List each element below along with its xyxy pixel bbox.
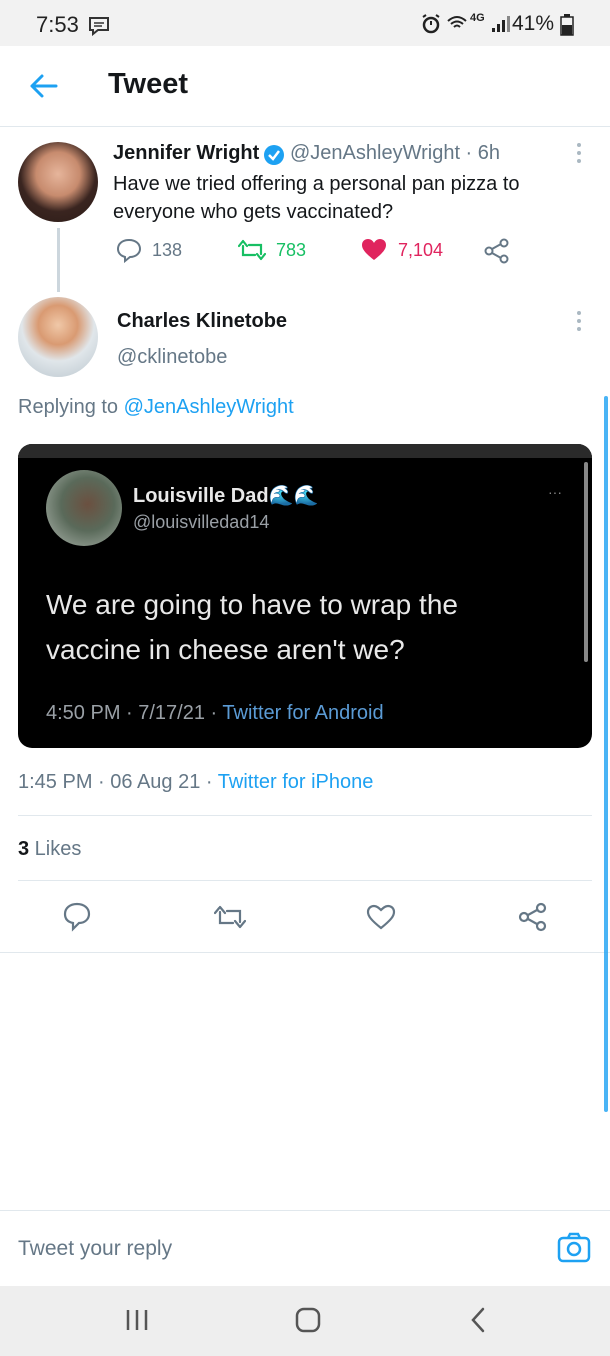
- parent-tweet-text: Have we tried offering a personal pan pi…: [113, 170, 520, 226]
- louisville-dad-avatar: [46, 470, 122, 546]
- parent-author-name[interactable]: Jennifer Wright: [113, 142, 259, 165]
- more-options-icon[interactable]: [572, 140, 586, 166]
- network-type: 4G: [470, 12, 485, 24]
- reply-input[interactable]: Tweet your reply: [18, 1237, 172, 1261]
- like-heart-icon[interactable]: [361, 238, 387, 262]
- main-author-handle[interactable]: @cklinetobe: [117, 346, 227, 369]
- message-notification-icon: [89, 17, 109, 36]
- embedded-text-line1: We are going to have to wrap the: [46, 589, 458, 620]
- camera-icon[interactable]: [557, 1232, 591, 1264]
- main-author-name[interactable]: Charles Klinetobe: [117, 310, 287, 333]
- status-time: 7:53: [36, 12, 79, 37]
- wifi-icon: [447, 16, 467, 28]
- tweet-timestamp: 1:45 PM · 06 Aug 21 · Twitter for iPhone: [18, 771, 373, 794]
- like-heart-icon[interactable]: [366, 904, 396, 930]
- timestamp-text: 1:45 PM · 06 Aug 21 ·: [18, 771, 218, 793]
- app-header: [0, 46, 610, 127]
- back-nav-icon[interactable]: [468, 1306, 488, 1334]
- wave-emoji: 🌊🌊: [268, 485, 319, 507]
- divider: [0, 952, 610, 953]
- embedded-text: We are going to have to wrap the vaccine…: [46, 582, 458, 672]
- thread-line: [57, 228, 60, 292]
- replying-to-link[interactable]: @JenAshleyWright: [124, 396, 294, 418]
- charles-avatar[interactable]: [18, 297, 98, 377]
- reply-icon[interactable]: [63, 902, 91, 932]
- divider: [18, 815, 592, 816]
- scrollbar[interactable]: [604, 396, 608, 1112]
- verified-badge-icon: [264, 145, 284, 165]
- share-icon[interactable]: [518, 902, 548, 932]
- embedded-author-name: Louisville Dad🌊🌊: [133, 483, 318, 508]
- embedded-text-line2: vaccine in cheese aren't we?: [46, 634, 405, 665]
- parent-handle-time[interactable]: @JenAshleyWright · 6h: [290, 142, 500, 165]
- reply-count: 138: [152, 240, 183, 260]
- home-icon[interactable]: [295, 1307, 321, 1333]
- replying-to-label: Replying to: [18, 396, 124, 418]
- embedded-time: 4:50 PM · 7/17/21 ·: [46, 702, 223, 724]
- source-link[interactable]: Twitter for iPhone: [218, 771, 374, 793]
- replying-to: Replying to @JenAshleyWright: [18, 396, 294, 419]
- battery-icon: [560, 14, 574, 36]
- retweet-icon[interactable]: [214, 904, 246, 930]
- alarm-icon: [422, 14, 440, 34]
- jennifer-avatar[interactable]: [18, 142, 98, 222]
- back-arrow-icon[interactable]: [26, 68, 62, 104]
- embedded-handle: @louisvilledad14: [133, 512, 270, 532]
- retweet-icon[interactable]: [238, 238, 266, 262]
- more-options-icon[interactable]: [572, 308, 586, 334]
- recent-apps-icon[interactable]: [124, 1308, 150, 1332]
- embedded-more: ···: [548, 484, 562, 500]
- parent-text-line2: everyone who gets vaccinated?: [113, 201, 394, 223]
- page-title: Tweet: [108, 68, 189, 100]
- tweet-image[interactable]: Louisville Dad🌊🌊 ··· @louisvilledad14 We…: [18, 444, 592, 748]
- embedded-name-text: Louisville Dad: [133, 485, 269, 507]
- embedded-source: Twitter for Android: [222, 702, 384, 724]
- image-scrollbar: [584, 462, 588, 662]
- divider: [18, 880, 592, 881]
- retweet-count: 783: [276, 240, 307, 260]
- image-top-strip: [18, 444, 592, 458]
- likes-summary[interactable]: 3 Likes: [18, 838, 81, 861]
- battery-percent: 41%: [511, 12, 554, 35]
- likes-count: 3: [18, 838, 30, 860]
- like-count: 7,104: [398, 240, 444, 260]
- signal-icon: [492, 16, 510, 32]
- parent-text-line1: Have we tried offering a personal pan pi…: [113, 173, 520, 195]
- reply-icon[interactable]: [116, 237, 142, 263]
- share-icon[interactable]: [484, 238, 510, 264]
- likes-label: Likes: [29, 838, 82, 860]
- embedded-timestamp: 4:50 PM · 7/17/21 · Twitter for Android: [46, 702, 384, 725]
